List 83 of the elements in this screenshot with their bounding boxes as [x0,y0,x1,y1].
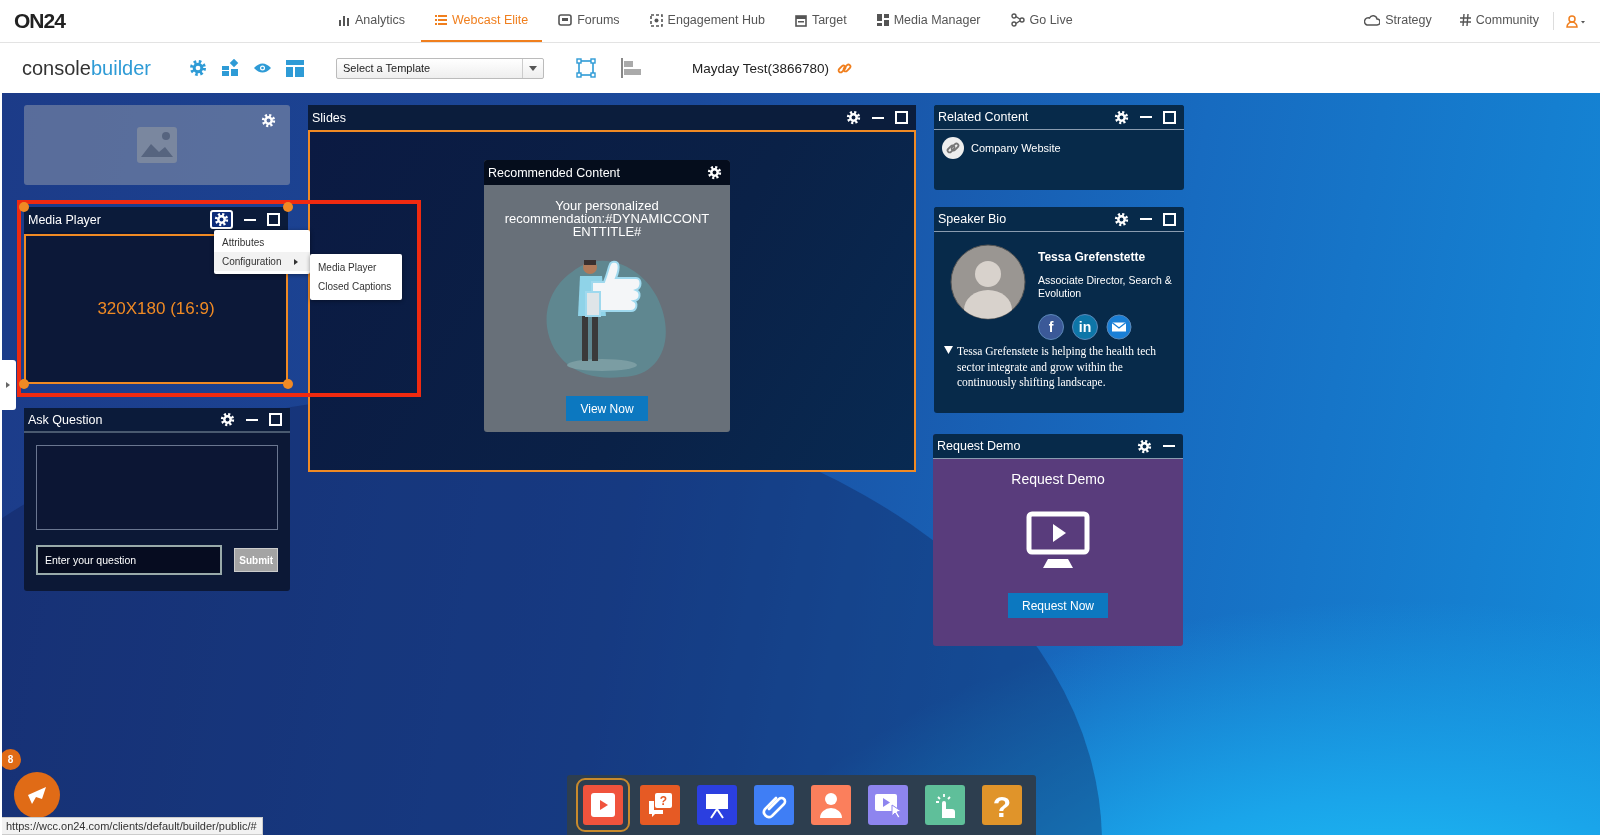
grid-icon [876,14,889,26]
demo-heading: Request Demo [1011,471,1105,487]
widget-panel[interactable]: Related Content Company Website [934,105,1184,190]
announcement-button[interactable] [14,772,60,818]
dropdown-caret-icon [529,65,537,71]
chat-window-icon [558,13,573,27]
resize-handle[interactable] [283,202,293,212]
maximize-icon[interactable] [267,213,280,226]
speaker-role: Associate Director, Search & Evolution [1038,274,1173,300]
nav-tab[interactable]: Go Live [996,0,1087,42]
cloud-icon [1364,14,1381,26]
eye-icon[interactable] [253,62,272,74]
widget-title: Media Player [28,212,102,227]
align-icon[interactable] [620,58,642,78]
widget-panel[interactable]: Request Demo Request Demo Request Now [933,434,1183,646]
widget-title: Ask Question [28,412,104,427]
question-mark-icon: ? [982,785,1022,825]
widget-header[interactable]: Ask Question [24,408,290,433]
widget-header[interactable]: Request Demo [933,434,1183,459]
nav-tab[interactable]: Analytics [324,0,420,42]
menu-item[interactable]: Closed Captions [310,277,402,296]
speaker-bio-text: Tessa Grefenstete is helping the health tech sector integrate and grow within the continuously shifting landscape. [957,344,1158,391]
widget-header[interactable]: Related Content [934,105,1184,130]
bar-chart-icon [338,14,350,26]
player-size-label: 320X180 (16:9) [97,299,215,319]
network-icon [1010,13,1025,27]
widget-title: Related Content [938,110,1030,124]
widget-title: Recommended Content [488,165,622,180]
question-input[interactable]: Enter your question [36,545,223,575]
nav-tab[interactable]: Engagement Hub [635,0,779,42]
maximize-icon[interactable] [895,111,908,124]
dock-button[interactable]: ? [633,778,687,832]
nav-link[interactable]: Strategy [1350,0,1446,42]
link-label[interactable]: Company Website [971,142,1061,154]
menu-item[interactable]: Configuration [214,252,310,271]
status-url: https://wcc.on24.com/clients/default/builder/public/# [2,817,263,835]
speaker-name: Tessa Grefenstette [1038,250,1147,264]
recommendation-message: Your personalized recommendation:#DYNAMICCONTENTTITLE# [503,199,711,238]
widget-header[interactable]: Slides [308,105,916,130]
event-title: Mayday Test(3866780) [692,60,830,76]
resize-handle[interactable] [19,379,29,389]
question-bubbles-icon: ? [640,785,680,825]
widgets-icon[interactable] [221,59,239,77]
calendar-icon [794,13,807,27]
frame-icon[interactable] [576,58,596,78]
list-icon [435,14,448,26]
notification-badge: 8 [2,749,21,770]
recommended-content-widget[interactable]: Recommended Content Your personalized recommendation:#DYNAMICCONTENTTITLE# View Now [484,160,730,432]
user-icon[interactable] [1566,14,1586,28]
linkedin-icon[interactable]: in [1072,314,1098,340]
widget-header[interactable]: Speaker Bio [934,207,1184,232]
resize-handle[interactable] [283,379,293,389]
menu-item[interactable]: Media Player [310,258,402,277]
widget-title: Request Demo [937,439,1022,453]
email-icon[interactable] [1106,314,1132,340]
link-icon[interactable] [942,137,964,159]
collapse-triangle-icon[interactable] [944,346,953,355]
template-select[interactable]: Select a Template [336,57,544,79]
hub-icon [649,13,663,27]
nav-tab[interactable]: Forums [544,0,634,42]
request-now-button[interactable]: Request Now [1007,593,1108,618]
widget-title: Speaker Bio [938,212,1008,226]
nav-tab[interactable]: Target [780,0,861,42]
expand-caret-icon [6,382,10,388]
hash-icon [1459,14,1471,26]
maximize-icon[interactable] [1163,110,1176,124]
maximize-icon[interactable] [1163,212,1176,226]
nav-link[interactable]: Community [1445,0,1553,42]
widget-panel[interactable]: Speaker Bio Tessa Grefenstette Associate Director, Search & Evolution f in Tessa Grefenstete is helping the health tech sector integrate and grow within the continuously shifting landscape. [934,207,1184,413]
dock-button[interactable] [576,778,630,832]
widget-header[interactable]: Media Player [24,207,288,232]
widget-title: Slides [312,110,348,125]
monitor-play-icon [1026,511,1090,569]
console-builder-logo: consolebuilder [22,56,151,80]
resize-handle[interactable] [19,202,29,212]
view-now-button[interactable]: View Now [566,396,648,421]
settings-button[interactable] [210,210,233,229]
facebook-icon[interactable]: f [1038,314,1064,340]
maximize-icon[interactable] [269,413,282,426]
logo[interactable]: ON24 [14,9,324,33]
nav-tab[interactable]: Media Manager [862,0,995,42]
layout-icon[interactable] [286,59,304,77]
image-icon [137,127,177,163]
